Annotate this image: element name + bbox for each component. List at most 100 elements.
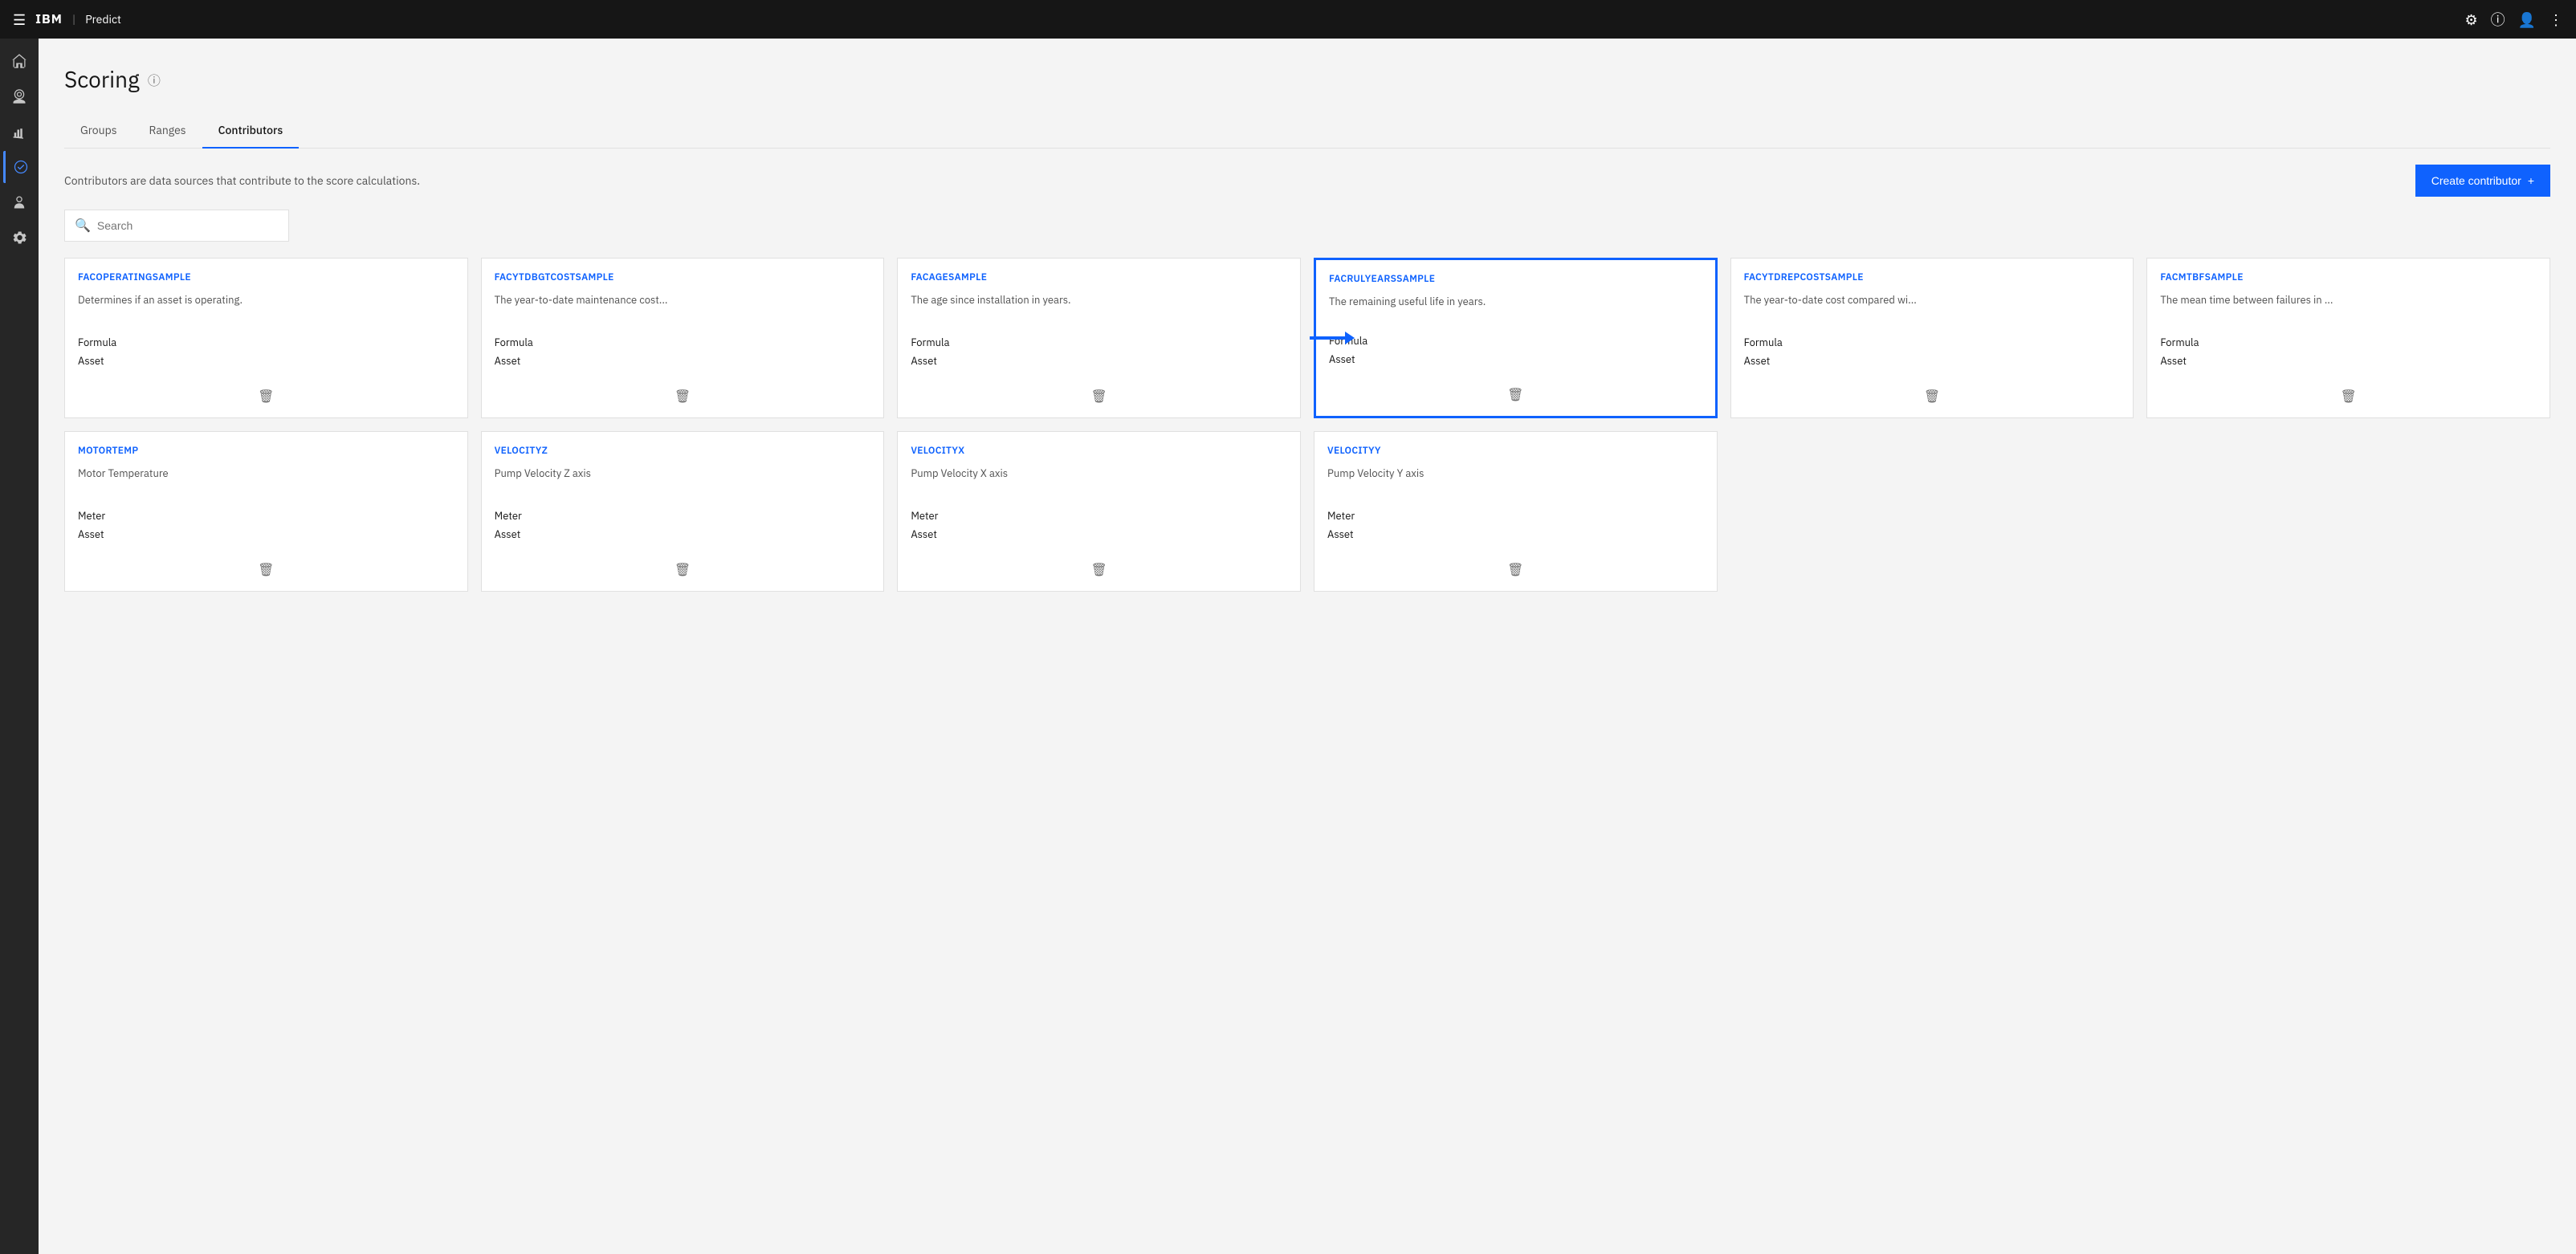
card-field1: Formula bbox=[1329, 334, 1702, 348]
card-field1: Formula bbox=[495, 336, 871, 349]
card-description: Determines if an asset is operating. bbox=[78, 293, 454, 328]
cards-grid-row1: FACOPERATINGSAMPLE Determines if an asse… bbox=[64, 258, 2550, 418]
card-field2: Asset bbox=[911, 354, 1287, 368]
card-description: Pump Velocity Y axis bbox=[1327, 466, 1704, 501]
card-velocityx[interactable]: VELOCITYX Pump Velocity X axis Meter Ass… bbox=[897, 431, 1301, 592]
sidebar-item-home[interactable] bbox=[3, 45, 35, 77]
card-field1: Meter bbox=[78, 509, 454, 523]
card-field2: Asset bbox=[78, 354, 454, 368]
card-facytdrepcostsample[interactable]: FACYTDREPCOSTSAMPLE The year-to-date cos… bbox=[1730, 258, 2134, 418]
delete-icon[interactable]: 🗑 bbox=[1507, 387, 1523, 403]
tab-contributors[interactable]: Contributors bbox=[202, 113, 300, 149]
card-field2: Asset bbox=[1744, 354, 2121, 368]
tabs-bar: Groups Ranges Contributors bbox=[64, 113, 2550, 149]
card-delete: 🗑 bbox=[495, 382, 871, 405]
top-navigation: ☰ IBM | Predict ⚙ ⓘ 👤 ⋮ bbox=[0, 0, 2576, 39]
delete-icon[interactable]: 🗑 bbox=[1507, 562, 1523, 578]
description-text: Contributors are data sources that contr… bbox=[64, 173, 420, 188]
card-description: Pump Velocity X axis bbox=[911, 466, 1287, 501]
card-facoperatingsample[interactable]: FACOPERATINGSAMPLE Determines if an asse… bbox=[64, 258, 468, 418]
card-field2: Asset bbox=[495, 354, 871, 368]
card-delete: 🗑 bbox=[495, 556, 871, 578]
sidebar bbox=[0, 39, 39, 1254]
card-description: Pump Velocity Z axis bbox=[495, 466, 871, 501]
card-field2: Asset bbox=[911, 527, 1287, 541]
sidebar-item-users[interactable] bbox=[3, 186, 35, 218]
card-title: VELOCITYZ bbox=[495, 445, 871, 457]
card-velocityy[interactable]: VELOCITYY Pump Velocity Y axis Meter Ass… bbox=[1314, 431, 1718, 592]
tab-groups[interactable]: Groups bbox=[64, 113, 133, 149]
page-title-row: Scoring ⓘ bbox=[64, 64, 2550, 94]
delete-icon[interactable]: 🗑 bbox=[258, 389, 274, 405]
card-delete: 🗑 bbox=[911, 556, 1287, 578]
ibm-logo: IBM bbox=[35, 11, 63, 27]
main-content: Scoring ⓘ Groups Ranges Contributors Con… bbox=[39, 39, 2576, 1254]
card-title: FACAGESAMPLE bbox=[911, 271, 1287, 283]
card-field2: Asset bbox=[495, 527, 871, 541]
card-field1: Meter bbox=[1327, 509, 1704, 523]
card-description: Motor Temperature bbox=[78, 466, 454, 501]
card-title: VELOCITYX bbox=[911, 445, 1287, 457]
delete-icon[interactable]: 🗑 bbox=[1091, 389, 1107, 405]
card-description: The year-to-date cost compared wi... bbox=[1744, 293, 2121, 328]
settings-icon[interactable]: ⚙ bbox=[2464, 10, 2477, 29]
card-facytdbgtcostsample[interactable]: FACYTDBGTCOSTSAMPLE The year-to-date mai… bbox=[481, 258, 885, 418]
card-title: MOTORTEMP bbox=[78, 445, 454, 457]
card-delete: 🗑 bbox=[1744, 382, 2121, 405]
apps-icon[interactable]: ⋮ bbox=[2549, 10, 2563, 29]
delete-icon[interactable]: 🗑 bbox=[258, 562, 274, 578]
card-delete: 🗑 bbox=[1327, 556, 1704, 578]
delete-icon[interactable]: 🗑 bbox=[1924, 389, 1940, 405]
search-box: 🔍 bbox=[64, 210, 289, 242]
card-facagesample[interactable]: FACAGESAMPLE The age since installation … bbox=[897, 258, 1301, 418]
create-contributor-button[interactable]: Create contributor + bbox=[2415, 165, 2550, 197]
card-description: The year-to-date maintenance cost... bbox=[495, 293, 871, 328]
card-motortemp[interactable]: MOTORTEMP Motor Temperature Meter Asset … bbox=[64, 431, 468, 592]
card-description: The mean time between failures in ... bbox=[2160, 293, 2537, 328]
card-title: FACRULYEARSSAMPLE bbox=[1329, 273, 1702, 285]
user-icon[interactable]: 👤 bbox=[2518, 10, 2536, 29]
delete-icon[interactable]: 🗑 bbox=[675, 562, 691, 578]
card-delete: 🗑 bbox=[2160, 382, 2537, 405]
app-name: Predict bbox=[85, 12, 121, 26]
nav-divider: | bbox=[72, 12, 75, 26]
menu-icon[interactable]: ☰ bbox=[13, 10, 26, 29]
card-facrulyearssample[interactable]: FACRULYEARSSAMPLE The remaining useful l… bbox=[1314, 258, 1718, 418]
card-delete: 🗑 bbox=[1329, 381, 1702, 403]
card-field1: Meter bbox=[911, 509, 1287, 523]
card-description: The age since installation in years. bbox=[911, 293, 1287, 328]
sidebar-item-analytics[interactable] bbox=[3, 116, 35, 148]
description-row: Contributors are data sources that contr… bbox=[64, 165, 2550, 197]
card-title: FACYTDBGTCOSTSAMPLE bbox=[495, 271, 871, 283]
card-title: FACMTBFSAMPLE bbox=[2160, 271, 2537, 283]
card-field1: Formula bbox=[2160, 336, 2537, 349]
info-icon[interactable]: ⓘ bbox=[148, 70, 161, 89]
card-field1: Formula bbox=[911, 336, 1287, 349]
card-field2: Asset bbox=[2160, 354, 2537, 368]
delete-icon[interactable]: 🗑 bbox=[675, 389, 691, 405]
cards-grid-row2: MOTORTEMP Motor Temperature Meter Asset … bbox=[64, 431, 2550, 592]
card-delete: 🗑 bbox=[911, 382, 1287, 405]
brand: IBM | Predict bbox=[35, 11, 121, 27]
delete-icon[interactable]: 🗑 bbox=[1091, 562, 1107, 578]
card-delete: 🗑 bbox=[78, 556, 454, 578]
page-title: Scoring bbox=[64, 64, 140, 94]
sidebar-item-settings[interactable] bbox=[3, 222, 35, 254]
card-field2: Asset bbox=[1329, 352, 1702, 366]
card-title: FACYTDREPCOSTSAMPLE bbox=[1744, 271, 2121, 283]
card-field1: Formula bbox=[1744, 336, 2121, 349]
search-row: 🔍 bbox=[64, 210, 2550, 242]
card-facmtbfsample[interactable]: FACMTBFSAMPLE The mean time between fail… bbox=[2146, 258, 2550, 418]
help-icon[interactable]: ⓘ bbox=[2491, 9, 2505, 30]
card-velocityz[interactable]: VELOCITYZ Pump Velocity Z axis Meter Ass… bbox=[481, 431, 885, 592]
card-description: The remaining useful life in years. bbox=[1329, 295, 1702, 326]
tab-ranges[interactable]: Ranges bbox=[133, 113, 202, 149]
search-input[interactable] bbox=[97, 219, 279, 232]
delete-icon[interactable]: 🗑 bbox=[2341, 389, 2357, 405]
sidebar-item-location[interactable] bbox=[3, 80, 35, 112]
nav-icons: ⚙ ⓘ 👤 ⋮ bbox=[2464, 9, 2563, 30]
card-field1: Meter bbox=[495, 509, 871, 523]
sidebar-item-scoring[interactable] bbox=[3, 151, 35, 183]
card-field2: Asset bbox=[78, 527, 454, 541]
card-field2: Asset bbox=[1327, 527, 1704, 541]
